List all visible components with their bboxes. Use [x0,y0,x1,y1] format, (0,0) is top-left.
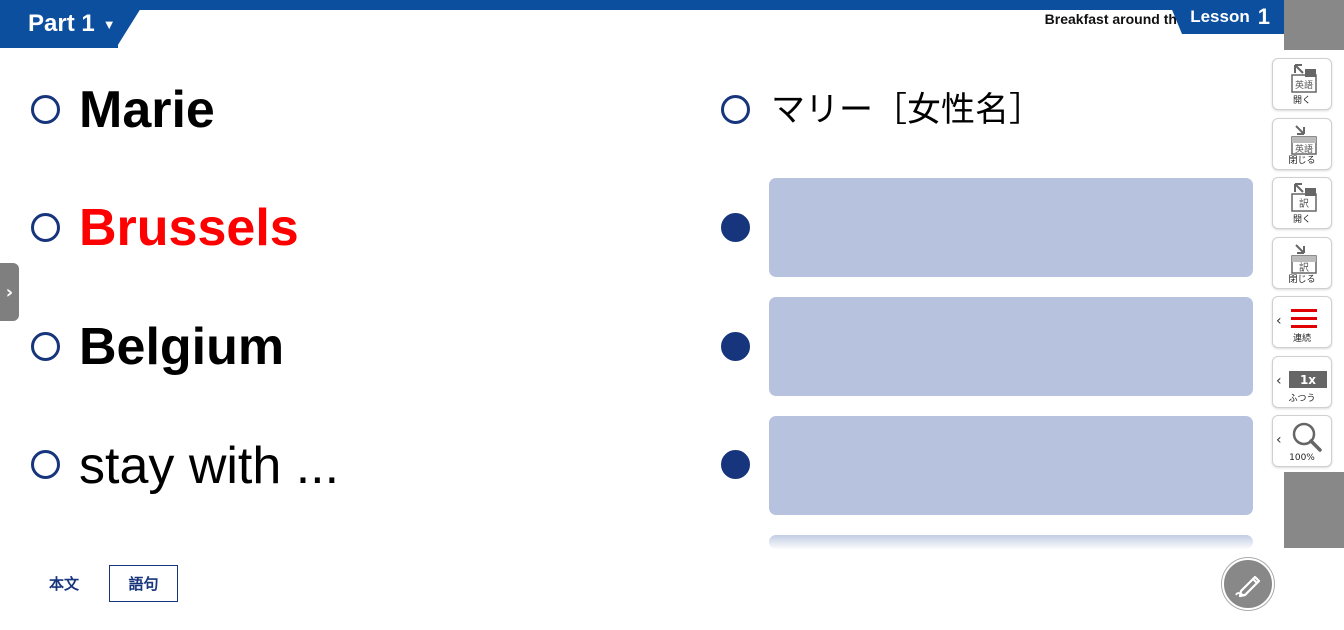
tool-label: 開く [1292,96,1311,106]
continuous-icon [1291,309,1317,328]
zoom-button[interactable]: ‹ 100% [1272,415,1332,467]
tool-glyph: 1x [1300,373,1316,387]
meaning-toggle-circle[interactable] [721,450,750,479]
lesson-number: 1 [1257,4,1270,29]
chevron-left-icon: ‹ [1276,432,1282,448]
speed-button[interactable]: ‹ 1x ふつう [1272,356,1332,408]
meaning-toggle-circle[interactable] [721,332,750,361]
word-belgium[interactable]: Belgium [79,317,284,377]
word-toggle-circle[interactable] [31,213,60,242]
tab-honbun[interactable]: 本文 [36,565,92,602]
zoom-icon [1292,422,1322,452]
translation-open-icon: 訳 [1291,183,1317,212]
meaning-toggle-circle[interactable] [721,213,750,242]
meaning-marie: マリー［女性名］ [771,90,1043,130]
part-tab-edge [116,0,146,48]
chevron-left-icon: ‹ [1276,373,1282,389]
meaning-mask[interactable] [769,416,1253,515]
part-label: Part 1 [28,10,95,37]
lesson-label: Lesson [1190,7,1250,26]
word-marie[interactable]: Marie [79,80,215,140]
speed-icon: 1x [1289,371,1327,388]
tool-glyph: 英語 [1295,79,1313,91]
tool-glyph: 訳 [1299,197,1309,210]
lesson-badge: Lesson 1 [1182,0,1284,34]
continuous-button[interactable]: ‹ 連続 [1272,296,1332,348]
tool-label: 閉じる [1288,275,1316,285]
tool-label: 開く [1292,215,1311,225]
translation-close-icon: 訳 [1291,244,1317,274]
part-selector[interactable]: Part 1 ▼ [0,0,118,48]
word-toggle-circle[interactable] [31,95,60,124]
pen-tool-button[interactable] [1222,558,1274,610]
chevron-left-icon: ‹ [1276,313,1282,329]
meaning-mask[interactable] [769,297,1253,396]
translation-open-button[interactable]: 訳 開く [1272,177,1332,229]
english-close-button[interactable]: 英語 閉じる [1272,118,1332,170]
header-line [0,0,1284,10]
scroll-fade [700,534,1270,550]
english-close-icon: 英語 [1291,125,1317,155]
word-brussels[interactable]: Brussels [79,198,299,258]
tool-label: 閉じる [1288,156,1316,166]
meaning-toggle-circle[interactable] [721,95,750,124]
tool-label: 100% [1289,453,1315,463]
translation-close-button[interactable]: 訳 閉じる [1272,237,1332,289]
pencil-icon [1235,575,1261,598]
word-toggle-circle[interactable] [31,450,60,479]
tool-label: ふつう [1288,394,1316,404]
caret-down-icon: ▼ [102,16,116,32]
tool-label: 連続 [1292,334,1311,344]
word-stay-with[interactable]: stay with ... [79,436,339,496]
tab-goku[interactable]: 語句 [109,565,178,602]
lesson-tab-edge [1168,0,1182,34]
word-toggle-circle[interactable] [31,332,60,361]
english-open-icon: 英語 [1291,64,1317,93]
english-open-button[interactable]: 英語 開く [1272,58,1332,110]
side-panel-toggle[interactable]: › [0,263,19,321]
chevron-right-icon: › [5,281,14,303]
meaning-mask[interactable] [769,178,1253,277]
